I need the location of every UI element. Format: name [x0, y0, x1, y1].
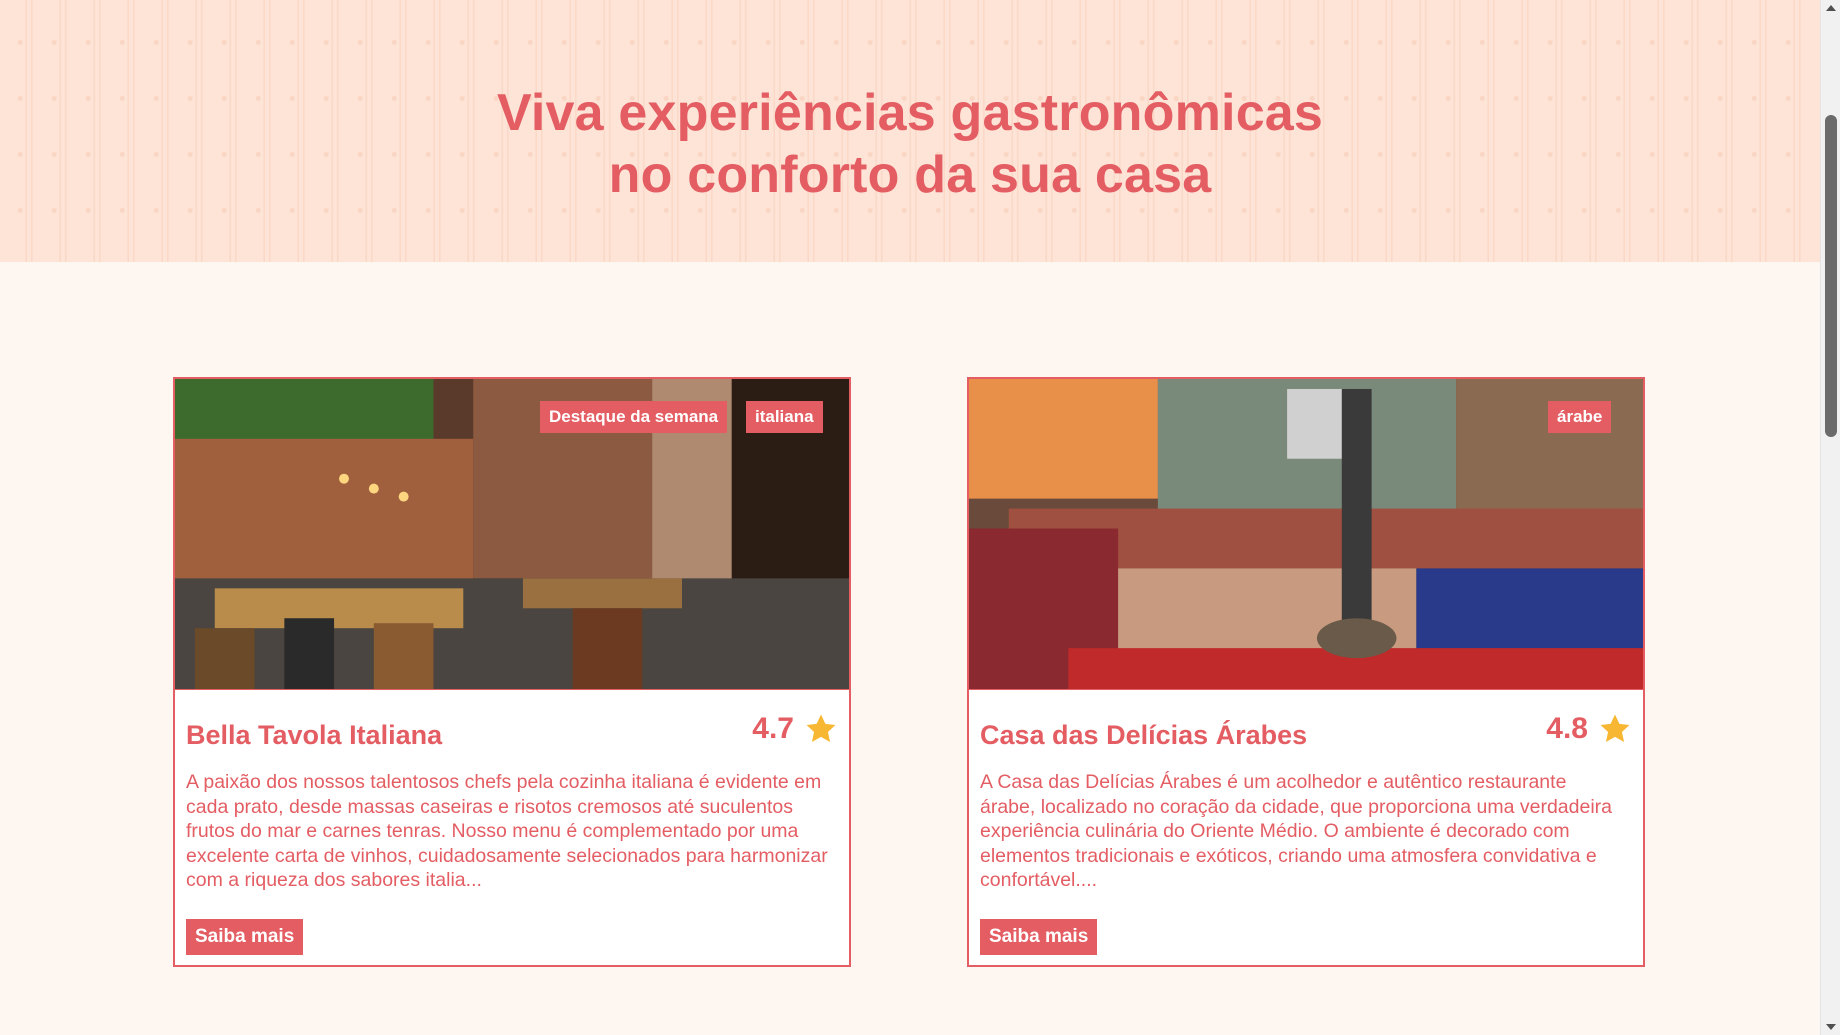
- star-icon: [1600, 714, 1630, 743]
- restaurant-name: Casa das Delícias Árabes: [980, 720, 1308, 750]
- hero-title: Viva experiências gastronômicas no confo…: [0, 82, 1820, 206]
- arabic-restaurant-illustration: [969, 379, 1643, 689]
- star-icon: [806, 714, 836, 743]
- scrollbar-thumb[interactable]: [1825, 115, 1837, 437]
- page: Viva experiências gastronômicas no confo…: [0, 0, 1820, 1035]
- scroll-down-arrow-icon[interactable]: [1821, 1019, 1840, 1035]
- restaurant-description: A Casa das Delícias Árabes é um acolhedo…: [980, 771, 1612, 892]
- restaurant-description: A paixão dos nossos talentosos chefs pel…: [186, 771, 828, 892]
- learn-more-button[interactable]: Saiba mais: [980, 919, 1098, 955]
- vertical-scrollbar[interactable]: [1820, 0, 1840, 1035]
- restaurant-card-italian: Destaque da semana italiana Bella Tavola…: [173, 377, 851, 967]
- hero-banner: Viva experiências gastronômicas no confo…: [0, 0, 1820, 262]
- rating-value: 4.7: [752, 712, 794, 745]
- hero-title-line-2: no conforto da sua casa: [608, 146, 1212, 204]
- tag-cuisine: italiana: [746, 401, 823, 433]
- tag-cuisine: árabe: [1548, 401, 1612, 433]
- restaurant-name: Bella Tavola Italiana: [186, 720, 443, 750]
- restaurant-card-arabic: árabe Casa das Delícias Árabes 4.8 A Cas…: [967, 377, 1645, 967]
- hero-title-line-1: Viva experiências gastronômicas: [496, 84, 1324, 142]
- rating: 4.8: [1546, 712, 1632, 746]
- restaurant-photo-arabic: árabe: [969, 379, 1643, 690]
- rating-value: 4.8: [1546, 712, 1588, 745]
- learn-more-button[interactable]: Saiba mais: [186, 919, 304, 955]
- scroll-up-arrow-icon[interactable]: [1821, 0, 1840, 16]
- restaurant-photo-italian: Destaque da semana italiana: [175, 379, 849, 690]
- rating: 4.7: [752, 712, 838, 746]
- tag-featured: Destaque da semana: [540, 401, 728, 433]
